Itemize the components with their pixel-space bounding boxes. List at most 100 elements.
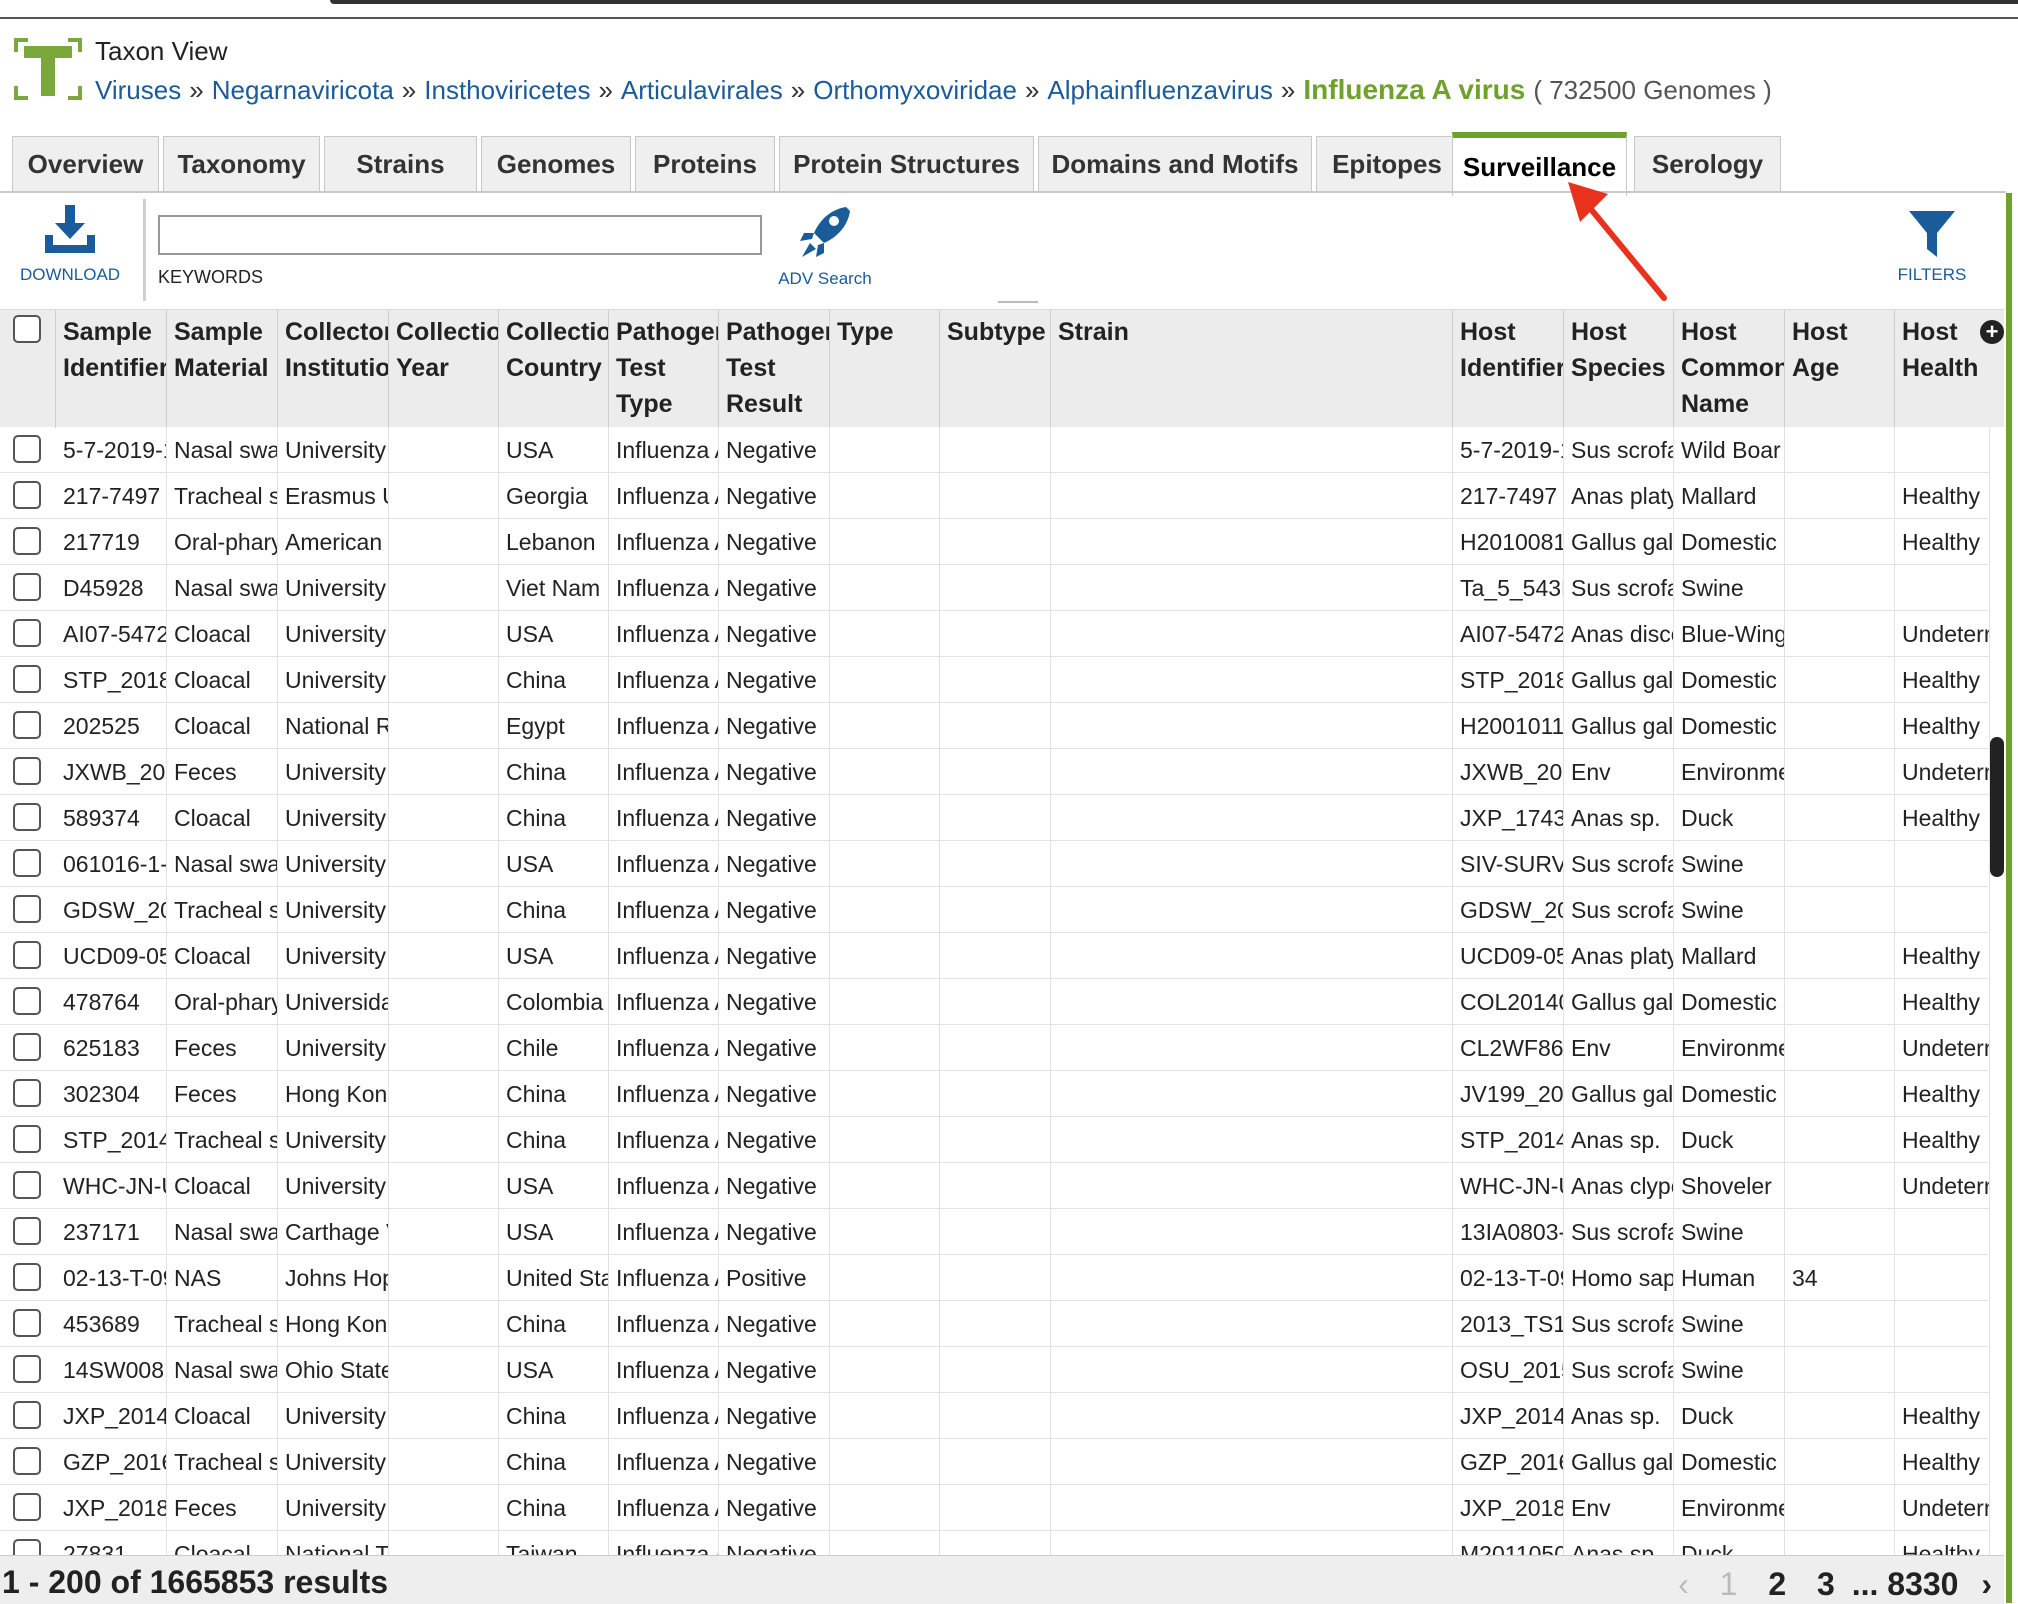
- row-checkbox[interactable]: [13, 1079, 41, 1107]
- table-row[interactable]: UCD09-05 Cloacal University USA Influenza AN…: [0, 933, 1990, 979]
- chevron-left-icon[interactable]: ‹: [1678, 1566, 1689, 1602]
- table-cell: Duck: [1674, 1117, 1785, 1163]
- column-header[interactable]: Host Identifier: [1453, 310, 1564, 428]
- table-row[interactable]: STP_2018 Cloacal University China Influenza …: [0, 657, 1990, 703]
- row-checkbox[interactable]: [13, 1263, 41, 1291]
- select-all-checkbox[interactable]: [13, 315, 41, 343]
- row-checkbox[interactable]: [13, 1401, 41, 1429]
- table-row[interactable]: STP_2014Tracheal swabUniversityChinaInfl…: [0, 1117, 1990, 1163]
- tab-proteins[interactable]: Proteins: [635, 136, 775, 192]
- table-cell: WHC-JN-U: [56, 1163, 167, 1209]
- breadcrumb-link[interactable]: Viruses: [95, 75, 181, 105]
- breadcrumb-link[interactable]: Negarnaviricota: [212, 75, 394, 105]
- page-link[interactable]: 1: [1720, 1566, 1738, 1602]
- table-row[interactable]: 202525 Cloacal National R Egypt Influenza AN…: [0, 703, 1990, 749]
- row-checkbox[interactable]: [13, 1125, 41, 1153]
- table-row[interactable]: 453689Tracheal swabHong Kong ChinaInfluen…: [0, 1301, 1990, 1347]
- row-checkbox[interactable]: [13, 1539, 41, 1555]
- row-checkbox[interactable]: [13, 941, 41, 969]
- column-header[interactable]: Collection Country: [499, 310, 609, 428]
- filters-button[interactable]: FILTERS: [1880, 209, 1984, 285]
- column-header[interactable]: Sample Material: [167, 310, 278, 428]
- breadcrumb-link[interactable]: Alphainfluenzavirus: [1047, 75, 1272, 105]
- vertical-scrollbar[interactable]: [1990, 737, 2004, 877]
- table-row[interactable]: JXP_2014 Cloacal University China Influenza …: [0, 1393, 1990, 1439]
- resize-handle[interactable]: [998, 301, 1038, 303]
- row-checkbox[interactable]: [13, 757, 41, 785]
- table-row[interactable]: 302304 Feces Hong Kong China Influenza A Nega…: [0, 1071, 1990, 1117]
- row-checkbox[interactable]: [13, 1217, 41, 1245]
- download-button[interactable]: DOWNLOAD: [12, 203, 128, 285]
- tab-strains[interactable]: Strains: [324, 136, 477, 192]
- table-row[interactable]: JXP_2018 Feces University China Influenza AN…: [0, 1485, 1990, 1531]
- row-checkbox[interactable]: [13, 849, 41, 877]
- table-row[interactable]: AI07-5472 Cloacal University USA Influenza A…: [0, 611, 1990, 657]
- row-checkbox[interactable]: [13, 573, 41, 601]
- row-checkbox[interactable]: [13, 1171, 41, 1199]
- breadcrumb-link[interactable]: Insthoviricetes: [424, 75, 590, 105]
- column-header[interactable]: Host Health: [1895, 310, 1985, 428]
- table-row[interactable]: 061016-1-Nasal swabUniversity USAInfluenz…: [0, 841, 1990, 887]
- row-checkbox[interactable]: [13, 1309, 41, 1337]
- table-row[interactable]: 478764Oral-pharyngealUniversidad Colombia…: [0, 979, 1990, 1025]
- tab-domains-and-motifs[interactable]: Domains and Motifs: [1038, 136, 1312, 192]
- tab-overview[interactable]: Overview: [12, 136, 159, 192]
- row-checkbox[interactable]: [13, 1355, 41, 1383]
- table-cell: Healthy: [1895, 1531, 1990, 1555]
- table-row[interactable]: JXWB_201 Feces University China Influenza AN…: [0, 749, 1990, 795]
- column-header[interactable]: Sample Identifier: [56, 310, 167, 428]
- table-cell: Mallard: [1674, 473, 1785, 519]
- table-row[interactable]: 02-13-T-09NASJohns HopUnited StatesInflu…: [0, 1255, 1990, 1301]
- table-row[interactable]: 237171Nasal swabCarthage V USAInfluenza A…: [0, 1209, 1990, 1255]
- column-header[interactable]: Host Age: [1785, 310, 1895, 428]
- column-header[interactable]: Collection Year: [389, 310, 499, 428]
- table-row[interactable]: 625183 Feces University Chile Influenza A Neg…: [0, 1025, 1990, 1071]
- row-checkbox[interactable]: [13, 619, 41, 647]
- table-cell: [830, 1255, 940, 1301]
- row-checkbox[interactable]: [13, 527, 41, 555]
- column-header[interactable]: Host Common Name: [1674, 310, 1785, 428]
- tab-genomes[interactable]: Genomes: [481, 136, 631, 192]
- table-row[interactable]: 14SW008Nasal swabOhio State USAInfluenza …: [0, 1347, 1990, 1393]
- table-cell: American U: [278, 519, 389, 565]
- tab-taxonomy[interactable]: Taxonomy: [163, 136, 320, 192]
- row-checkbox[interactable]: [13, 1033, 41, 1061]
- table-row[interactable]: GDSW_20Tracheal swabUniversityChinaInflu…: [0, 887, 1990, 933]
- page-link[interactable]: 3: [1817, 1566, 1835, 1602]
- breadcrumb-link[interactable]: Orthomyxoviridae: [813, 75, 1017, 105]
- table-row[interactable]: 217719Oral-pharyngealAmerican U LebanonIn…: [0, 519, 1990, 565]
- column-header[interactable]: Host Species: [1564, 310, 1674, 428]
- keywords-input[interactable]: [158, 215, 762, 255]
- tab-epitopes[interactable]: Epitopes: [1316, 136, 1458, 192]
- column-header[interactable]: Type: [830, 310, 940, 428]
- adv-search-button[interactable]: ADV Search: [770, 203, 880, 289]
- row-checkbox[interactable]: [13, 1493, 41, 1521]
- add-column-icon[interactable]: +: [1980, 320, 2004, 344]
- row-checkbox[interactable]: [13, 435, 41, 463]
- table-row[interactable]: 27831 Cloacal National Ta Taiwan Influenza A…: [0, 1531, 1990, 1555]
- column-header[interactable]: Collector Institution: [278, 310, 389, 428]
- table-row[interactable]: 5-7-2019-1Nasal swabUniversityUSAInfluen…: [0, 427, 1990, 473]
- chevron-right-icon[interactable]: ›: [1981, 1566, 1992, 1602]
- table-row[interactable]: 589374 Cloacal University China Influenza AN…: [0, 795, 1990, 841]
- row-checkbox[interactable]: [13, 987, 41, 1015]
- row-checkbox[interactable]: [13, 665, 41, 693]
- column-header[interactable]: Pathogen Test Result: [719, 310, 830, 428]
- row-checkbox[interactable]: [13, 481, 41, 509]
- table-row[interactable]: GZP_2016Tracheal swabUniversityChinaInfl…: [0, 1439, 1990, 1485]
- page-link[interactable]: 2: [1768, 1566, 1786, 1602]
- row-checkbox[interactable]: [13, 895, 41, 923]
- table-cell: [940, 703, 1051, 749]
- row-checkbox[interactable]: [13, 803, 41, 831]
- tab-protein-structures[interactable]: Protein Structures: [779, 136, 1034, 192]
- table-row[interactable]: 217-7497Tracheal swabErasmus UGeorgiaInf…: [0, 473, 1990, 519]
- column-header[interactable]: Pathogen Test Type: [609, 310, 719, 428]
- breadcrumb-link[interactable]: Articulavirales: [621, 75, 783, 105]
- table-row[interactable]: D45928Nasal swabUniversity Viet NamInflue…: [0, 565, 1990, 611]
- column-header[interactable]: Strain: [1051, 310, 1453, 428]
- column-header[interactable]: Subtype: [940, 310, 1051, 428]
- page-link[interactable]: ... 8330: [1852, 1566, 1959, 1602]
- row-checkbox[interactable]: [13, 1447, 41, 1475]
- table-row[interactable]: WHC-JN-U Cloacal University USA Influenza AN…: [0, 1163, 1990, 1209]
- row-checkbox[interactable]: [13, 711, 41, 739]
